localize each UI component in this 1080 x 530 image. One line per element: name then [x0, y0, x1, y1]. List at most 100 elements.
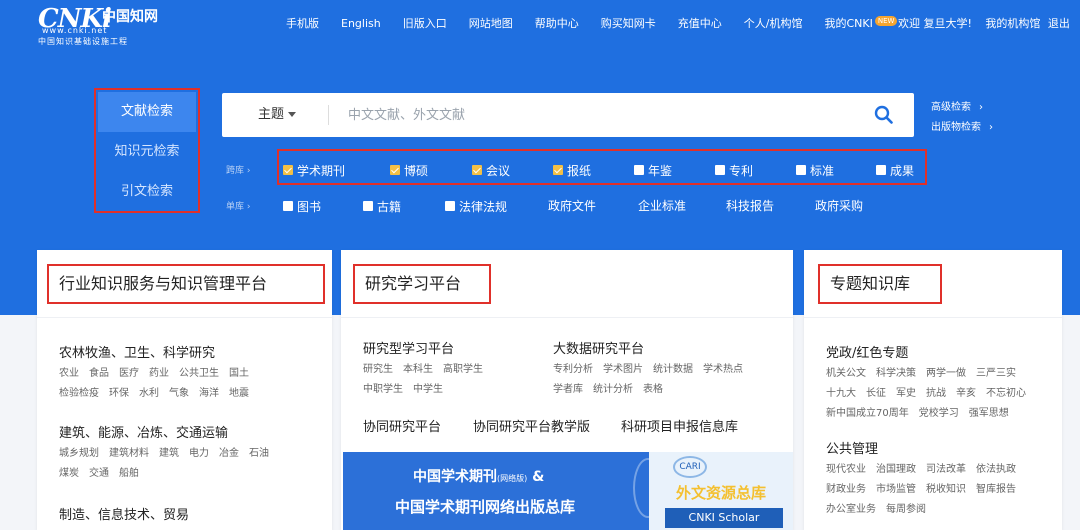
- search-input[interactable]: [348, 103, 828, 127]
- section-title[interactable]: 制造、信息技术、贸易: [59, 504, 189, 523]
- tag[interactable]: 中职学生: [363, 384, 403, 395]
- tag[interactable]: 军史: [896, 388, 916, 399]
- tag[interactable]: 司法改革: [926, 464, 966, 475]
- tag[interactable]: 统计分析: [593, 384, 633, 395]
- checkbox-cross-db[interactable]: 报纸: [553, 162, 591, 178]
- journal-banner[interactable]: 中国学术期刊(网络版) & 中国学术期刊网络出版总库 CARI 外文资源总库 C…: [343, 452, 793, 530]
- nav-mobile[interactable]: 手机版: [286, 16, 319, 32]
- tab-citation-search[interactable]: 引文检索: [98, 172, 196, 212]
- section-title[interactable]: 研究型学习平台: [363, 338, 454, 357]
- checkbox-cross-db[interactable]: 学术期刊: [283, 162, 345, 178]
- tag[interactable]: 抗战: [926, 388, 946, 399]
- section-title[interactable]: 建筑、能源、冶炼、交通运输: [59, 422, 228, 441]
- tag[interactable]: 智库报告: [976, 484, 1016, 495]
- tag[interactable]: 中学生: [413, 384, 443, 395]
- tag[interactable]: 强军思想: [969, 408, 1009, 419]
- checkbox-cross-db[interactable]: 成果: [876, 162, 914, 178]
- section-title[interactable]: 党政/红色专题: [826, 342, 908, 361]
- nav-help[interactable]: 帮助中心: [535, 16, 579, 32]
- tag[interactable]: 药业: [149, 368, 169, 379]
- link-project-declaration[interactable]: 科研项目申报信息库: [621, 416, 738, 435]
- tag[interactable]: 办公室业务: [826, 504, 876, 515]
- tag[interactable]: 十九大: [826, 388, 856, 399]
- tag[interactable]: 税收知识: [926, 484, 966, 495]
- tag[interactable]: 城乡规划: [59, 448, 99, 459]
- checkbox-cross-db[interactable]: 会议: [472, 162, 510, 178]
- checkbox-single-db[interactable]: 古籍: [363, 198, 401, 214]
- tag[interactable]: 冶金: [219, 448, 239, 459]
- tag[interactable]: 表格: [643, 384, 663, 395]
- tag[interactable]: 高职学生: [443, 364, 483, 375]
- advanced-search-link[interactable]: 高级检索 ›: [931, 98, 993, 118]
- nav-english[interactable]: English: [341, 16, 381, 32]
- tag[interactable]: 现代农业: [826, 464, 866, 475]
- tag[interactable]: 建筑: [159, 448, 179, 459]
- section-title[interactable]: 公共管理: [826, 438, 878, 457]
- tag[interactable]: 电力: [189, 448, 209, 459]
- single-db-link[interactable]: 政府采购: [815, 198, 863, 214]
- tag[interactable]: 学术图片: [603, 364, 643, 375]
- tag[interactable]: 学术热点: [703, 364, 743, 375]
- nav-personal-org[interactable]: 个人/机构馆: [744, 16, 803, 32]
- tag[interactable]: 船舶: [119, 468, 139, 479]
- tag[interactable]: 依法执政: [976, 464, 1016, 475]
- nav-old-version[interactable]: 旧版入口: [403, 16, 447, 32]
- tag[interactable]: 每周参阅: [886, 504, 926, 515]
- tag[interactable]: 气象: [169, 388, 189, 399]
- tag[interactable]: 机关公文: [826, 368, 866, 379]
- tag[interactable]: 科学决策: [876, 368, 916, 379]
- tag[interactable]: 食品: [89, 368, 109, 379]
- publication-search-link[interactable]: 出版物检索 ›: [931, 118, 993, 138]
- card-title[interactable]: 专题知识库: [818, 264, 942, 304]
- tag[interactable]: 环保: [109, 388, 129, 399]
- checkbox-cross-db[interactable]: 博硕: [390, 162, 428, 178]
- tag[interactable]: 石油: [249, 448, 269, 459]
- checkbox-cross-db[interactable]: 年鉴: [634, 162, 672, 178]
- tag[interactable]: 医疗: [119, 368, 139, 379]
- checkbox-cross-db[interactable]: 专利: [715, 162, 753, 178]
- tag[interactable]: 统计数据: [653, 364, 693, 375]
- section-title[interactable]: 农林牧渔、卫生、科学研究: [59, 342, 215, 361]
- tag[interactable]: 党校学习: [919, 408, 959, 419]
- tag[interactable]: 建筑材料: [109, 448, 149, 459]
- nav-recharge[interactable]: 充值中心: [678, 16, 722, 32]
- tag[interactable]: 新中国成立70周年: [826, 408, 909, 419]
- nav-buy-card[interactable]: 购买知网卡: [601, 16, 656, 32]
- tag[interactable]: 地震: [229, 388, 249, 399]
- tag[interactable]: 交通: [89, 468, 109, 479]
- link-collab-research[interactable]: 协同研究平台: [363, 416, 441, 435]
- tag[interactable]: 两学一做: [926, 368, 966, 379]
- search-icon[interactable]: [872, 103, 896, 127]
- tag[interactable]: 研究生: [363, 364, 393, 375]
- tag[interactable]: 辛亥: [956, 388, 976, 399]
- checkbox-single-db[interactable]: 图书: [283, 198, 321, 214]
- tag[interactable]: 煤炭: [59, 468, 79, 479]
- nav-sitemap[interactable]: 网站地图: [469, 16, 513, 32]
- tag[interactable]: 专利分析: [553, 364, 593, 375]
- tag[interactable]: 本科生: [403, 364, 433, 375]
- link-collab-teaching[interactable]: 协同研究平台教学版: [473, 416, 590, 435]
- search-scope-dropdown[interactable]: 主题: [258, 93, 297, 137]
- tag[interactable]: 财政业务: [826, 484, 866, 495]
- tag[interactable]: 治国理政: [876, 464, 916, 475]
- tag[interactable]: 水利: [139, 388, 159, 399]
- logout-link[interactable]: 退出: [1048, 17, 1070, 30]
- tag[interactable]: 不忘初心: [986, 388, 1026, 399]
- checkbox-single-db[interactable]: 法律法规: [445, 198, 507, 214]
- tag[interactable]: 公共卫生: [179, 368, 219, 379]
- tag[interactable]: 长征: [866, 388, 886, 399]
- tab-knowledge-element-search[interactable]: 知识元检索: [98, 132, 196, 172]
- tag[interactable]: 国土: [229, 368, 249, 379]
- tag[interactable]: 检验检疫: [59, 388, 99, 399]
- tag[interactable]: 三严三实: [976, 368, 1016, 379]
- card-title[interactable]: 研究学习平台: [353, 264, 491, 304]
- tab-literature-search[interactable]: 文献检索: [98, 92, 196, 132]
- checkbox-cross-db[interactable]: 标准: [796, 162, 834, 178]
- tag[interactable]: 学者库: [553, 384, 583, 395]
- single-db-link[interactable]: 科技报告: [726, 198, 774, 214]
- tag[interactable]: 市场监管: [876, 484, 916, 495]
- single-db-link[interactable]: 企业标准: [638, 198, 686, 214]
- single-db-link[interactable]: 政府文件: [548, 198, 596, 214]
- section-title[interactable]: 大数据研究平台: [553, 338, 644, 357]
- cnki-logo[interactable]: CNKi 中国知网 www.cnki.net 中国知识基础设施工程: [38, 4, 168, 46]
